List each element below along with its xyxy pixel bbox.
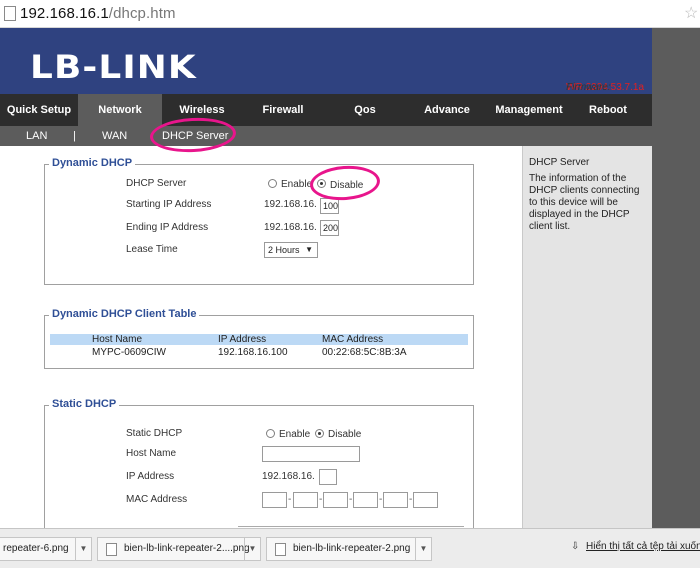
nav-firewall[interactable]: Firewall: [242, 94, 324, 126]
download-item[interactable]: repeater-6.png ▼: [0, 537, 92, 561]
ending-ip-input[interactable]: 200: [320, 220, 339, 236]
starting-ip-input[interactable]: 100: [320, 198, 339, 214]
col-host-name: Host Name: [92, 334, 143, 345]
nav-quick-setup[interactable]: Quick Setup: [0, 94, 78, 126]
url-path: /dhcp.htm: [108, 5, 176, 22]
nav-wireless[interactable]: Wireless: [162, 94, 242, 126]
ip-address-label: IP Address: [126, 471, 175, 482]
file-icon: [275, 543, 286, 556]
lease-time-select[interactable]: 2 Hours ▼: [264, 242, 318, 258]
mac-octet-2-input[interactable]: [293, 492, 318, 508]
page-header: LB-LINK Firmware: WR 2394.53.7.1a: [0, 28, 652, 94]
help-title: DHCP Server: [529, 157, 590, 168]
static-enable-label: Enable: [279, 429, 311, 440]
main-nav: Quick Setup Network Wireless Firewall Qo…: [0, 94, 652, 126]
chevron-down-icon[interactable]: ▼: [415, 538, 431, 560]
download-shelf: repeater-6.png ▼ bien-lb-link-repeater-2.…: [0, 528, 700, 568]
mac-octet-5-input[interactable]: [383, 492, 408, 508]
mac-separator: -: [379, 494, 383, 505]
lease-time-label: Lease Time: [126, 244, 178, 255]
host-name-input[interactable]: [262, 446, 360, 462]
client-mac-cell: 00:22:68:5C:8B:3A: [322, 347, 407, 358]
dhcp-server-label: DHCP Server: [126, 178, 187, 189]
dhcp-disable-label: Disable: [330, 180, 364, 191]
static-ip-prefix: 192.168.16.: [262, 471, 315, 482]
bookmark-star-icon[interactable]: ☆: [684, 3, 698, 23]
starting-ip-label: Starting IP Address: [126, 199, 212, 210]
dhcp-disable-radio[interactable]: [317, 179, 326, 188]
col-ip-address: IP Address: [218, 334, 267, 345]
ending-ip-label: Ending IP Address: [126, 222, 209, 233]
dynamic-dhcp-fieldset: [44, 164, 474, 285]
browser-window: 192.168.16.1/dhcp.htm ☆ LB-LINK Firmware…: [0, 0, 700, 568]
static-enable-radio[interactable]: [266, 429, 275, 438]
static-disable-radio[interactable]: [315, 429, 324, 438]
mac-octet-1-input[interactable]: [262, 492, 287, 508]
lease-time-value: 2 Hours: [268, 245, 300, 255]
download-item[interactable]: bien-lb-link-repeater-2.png ▼: [266, 537, 432, 561]
firmware-label: Firmware:: [566, 82, 611, 93]
client-host-cell: MYPC-0609CIW: [92, 347, 166, 358]
static-dhcp-label: Static DHCP: [126, 428, 183, 439]
nav-qos[interactable]: Qos: [324, 94, 406, 126]
firmware-version: Firmware: WR 2394.53.7.1a: [566, 82, 644, 93]
col-mac-address: MAC Address: [322, 334, 384, 345]
mac-octet-6-input[interactable]: [413, 492, 438, 508]
url-text[interactable]: 192.168.16.1/dhcp.htm: [20, 5, 176, 22]
sub-nav: LAN | WAN DHCP Server: [0, 126, 652, 146]
dhcp-enable-radio[interactable]: [268, 179, 277, 188]
client-table-legend: Dynamic DHCP Client Table: [49, 308, 200, 320]
file-icon: [106, 543, 117, 556]
starting-ip-prefix: 192.168.16.: [264, 199, 317, 210]
nav-advance[interactable]: Advance: [406, 94, 488, 126]
chevron-down-icon[interactable]: ▼: [244, 538, 260, 560]
static-dhcp-legend: Static DHCP: [49, 398, 120, 410]
subnav-dhcp-server[interactable]: DHCP Server: [162, 126, 228, 146]
mac-separator: -: [409, 494, 413, 505]
dynamic-dhcp-legend: Dynamic DHCP: [49, 157, 136, 169]
mac-separator: -: [349, 494, 353, 505]
mac-separator: -: [288, 494, 292, 505]
help-sidebar: DHCP Server The information of the DHCP …: [522, 146, 652, 528]
nav-network[interactable]: Network: [78, 94, 162, 126]
page-icon: [4, 6, 16, 21]
download-arrow-icon: ⇩: [571, 541, 580, 552]
static-disable-label: Disable: [328, 429, 362, 440]
show-all-downloads-link[interactable]: Hiển thị tất cả tệp tải xuống...: [586, 541, 700, 552]
mac-separator: -: [319, 494, 323, 505]
client-ip-cell: 192.168.16.100: [218, 347, 288, 358]
ending-ip-prefix: 192.168.16.: [264, 222, 317, 233]
dhcp-enable-label: Enable: [281, 179, 313, 190]
download-item[interactable]: bien-lb-link-repeater-2....png ▼: [97, 537, 261, 561]
url-host: 192.168.16.1: [20, 5, 109, 22]
download-filename: repeater-6.png: [3, 543, 69, 554]
mac-octet-3-input[interactable]: [323, 492, 348, 508]
page-gutter: [652, 28, 700, 528]
mac-octet-4-input[interactable]: [353, 492, 378, 508]
static-dhcp-fieldset: [44, 405, 474, 545]
address-bar[interactable]: 192.168.16.1/dhcp.htm ☆: [0, 0, 700, 28]
chevron-down-icon[interactable]: ▼: [75, 538, 91, 560]
nav-reboot[interactable]: Reboot: [570, 94, 646, 126]
mac-address-label: MAC Address: [126, 494, 188, 505]
host-name-label: Host Name: [126, 448, 177, 459]
static-ip-input[interactable]: [319, 469, 337, 485]
subnav-lan[interactable]: LAN: [26, 126, 47, 146]
download-filename: bien-lb-link-repeater-2.png: [293, 543, 411, 554]
lb-link-logo: LB-LINK: [30, 48, 197, 86]
chevron-down-icon: ▼: [305, 245, 313, 254]
nav-management[interactable]: Management: [488, 94, 570, 126]
download-filename: bien-lb-link-repeater-2....png: [124, 543, 250, 554]
subnav-wan[interactable]: WAN: [102, 126, 127, 146]
subnav-separator: |: [73, 130, 76, 142]
help-text: The information of the DHCP clients conn…: [529, 173, 640, 232]
